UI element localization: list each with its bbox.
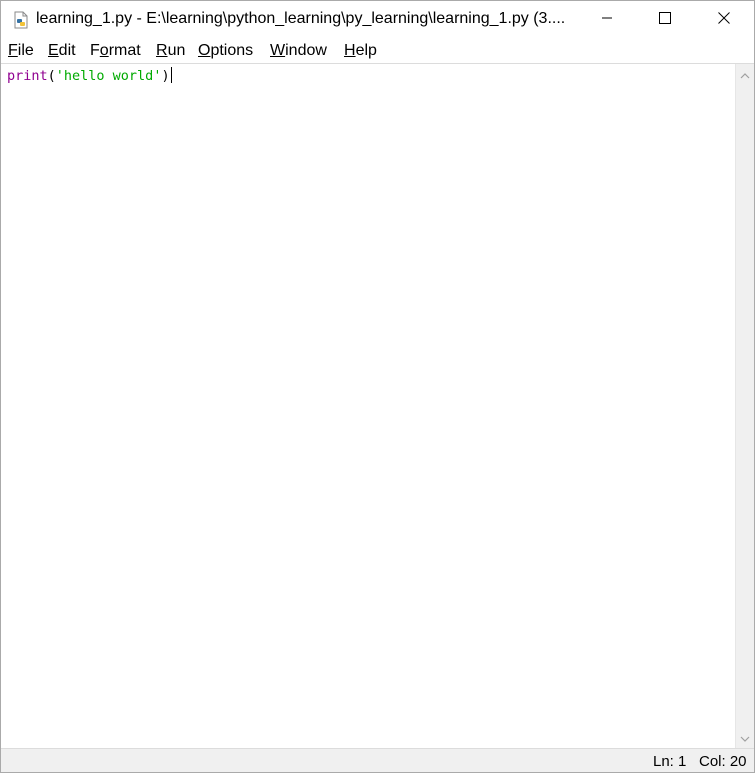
string-token: 'hello world' [55,68,162,84]
scroll-down-button[interactable] [736,729,754,746]
paren-token: ) [161,68,170,84]
minimize-button[interactable] [578,1,636,39]
close-button[interactable] [695,1,753,39]
maximize-button[interactable] [636,1,694,39]
menu-format[interactable]: Format [90,42,141,60]
code-line[interactable]: print('hello world') [7,66,172,86]
menu-options[interactable]: Options [198,42,253,60]
menu-file[interactable]: File [8,42,34,60]
builtin-token: print [7,68,48,84]
paren-token: ( [47,68,56,84]
status-bar: Ln: 1 Col: 20 [1,748,754,772]
menu-window[interactable]: Window [270,42,327,60]
line-number-indicator: Ln: 1 [653,753,687,770]
scroll-up-button[interactable] [736,66,754,83]
menu-bar: File Edit Format Run Options Window Help [1,39,754,64]
idle-editor-window: learning_1.py - E:\learning\python_learn… [0,0,755,773]
title-bar[interactable]: learning_1.py - E:\learning\python_learn… [1,1,754,39]
chevron-down-icon [740,729,750,747]
chevron-up-icon [740,66,750,84]
minimize-icon [601,11,613,29]
code-editor[interactable]: print('hello world') [1,64,735,748]
maximize-icon [659,11,671,29]
window-title: learning_1.py - E:\learning\python_learn… [36,10,566,27]
column-number-indicator: Col: 20 [699,753,747,770]
close-icon [718,11,730,29]
text-cursor [170,67,172,83]
vertical-scrollbar[interactable] [735,64,754,748]
python-file-icon [12,11,30,29]
menu-help[interactable]: Help [344,42,377,60]
menu-run[interactable]: Run [156,42,185,60]
menu-edit[interactable]: Edit [48,42,76,60]
